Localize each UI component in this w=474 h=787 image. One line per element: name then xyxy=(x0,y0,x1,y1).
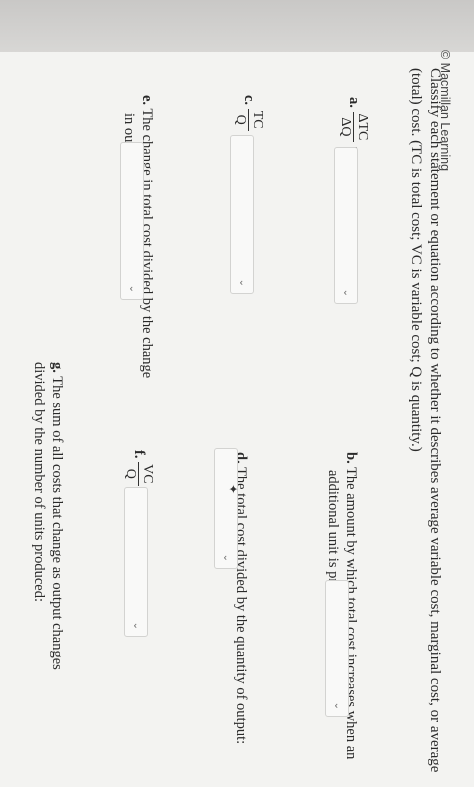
mouse-cursor-icon: ✦ xyxy=(226,484,240,495)
item-g-line-2: divided by the number of units produced: xyxy=(31,362,47,603)
question-line-1: Classify each statement or equation acco… xyxy=(427,68,443,773)
item-a-dropdown[interactable]: ⌄ xyxy=(334,147,358,304)
item-f-denominator: Q xyxy=(123,468,138,479)
item-c-denominator: Q xyxy=(233,114,248,125)
item-a-denominator: ΔQ xyxy=(338,117,353,137)
item-d-dropdown[interactable]: ⌄ xyxy=(214,448,238,569)
item-f-fraction: VC Q xyxy=(123,462,155,486)
item-e-dropdown[interactable]: ⌄ xyxy=(120,142,144,300)
item-f-numerator: VC xyxy=(138,462,155,486)
item-b-dropdown[interactable]: ⌄ xyxy=(325,580,349,717)
item-c: c. TC Q : xyxy=(233,95,265,138)
item-a-fraction: ΔTC ΔQ xyxy=(338,111,370,143)
chevron-down-icon: ⌄ xyxy=(131,621,142,630)
chevron-down-icon: ⌄ xyxy=(332,701,343,710)
question-text: Classify each statement or equation acco… xyxy=(406,68,444,773)
chevron-down-icon: ⌄ xyxy=(221,553,232,562)
question-panel: © Macmillan Learning Classify each state… xyxy=(0,0,474,773)
item-b-letter: b. xyxy=(343,452,359,464)
item-g: g. The sum of all costs that change as o… xyxy=(30,362,66,670)
item-g-letter: g. xyxy=(49,362,65,373)
chevron-down-icon: ⌄ xyxy=(237,278,248,287)
item-a-letter: a. xyxy=(346,97,363,108)
item-e-letter: e. xyxy=(139,95,155,106)
chevron-down-icon: ⌄ xyxy=(341,288,352,297)
item-c-fraction: TC Q xyxy=(233,108,265,131)
item-g-line-1: The sum of all costs that change as outp… xyxy=(49,376,65,670)
question-line-2: (total) cost. (TC is total cost; VC is v… xyxy=(408,68,424,452)
chevron-down-icon: ⌄ xyxy=(127,284,138,293)
item-c-letter: c. xyxy=(241,95,258,106)
item-f-dropdown[interactable]: ⌄ xyxy=(124,487,148,637)
item-c-dropdown[interactable]: ⌄ xyxy=(230,135,254,294)
item-f-letter: f. xyxy=(131,450,148,459)
item-a: a. ΔTC ΔQ : xyxy=(338,97,370,150)
item-c-numerator: TC xyxy=(248,108,265,131)
item-a-numerator: ΔTC xyxy=(353,111,370,143)
